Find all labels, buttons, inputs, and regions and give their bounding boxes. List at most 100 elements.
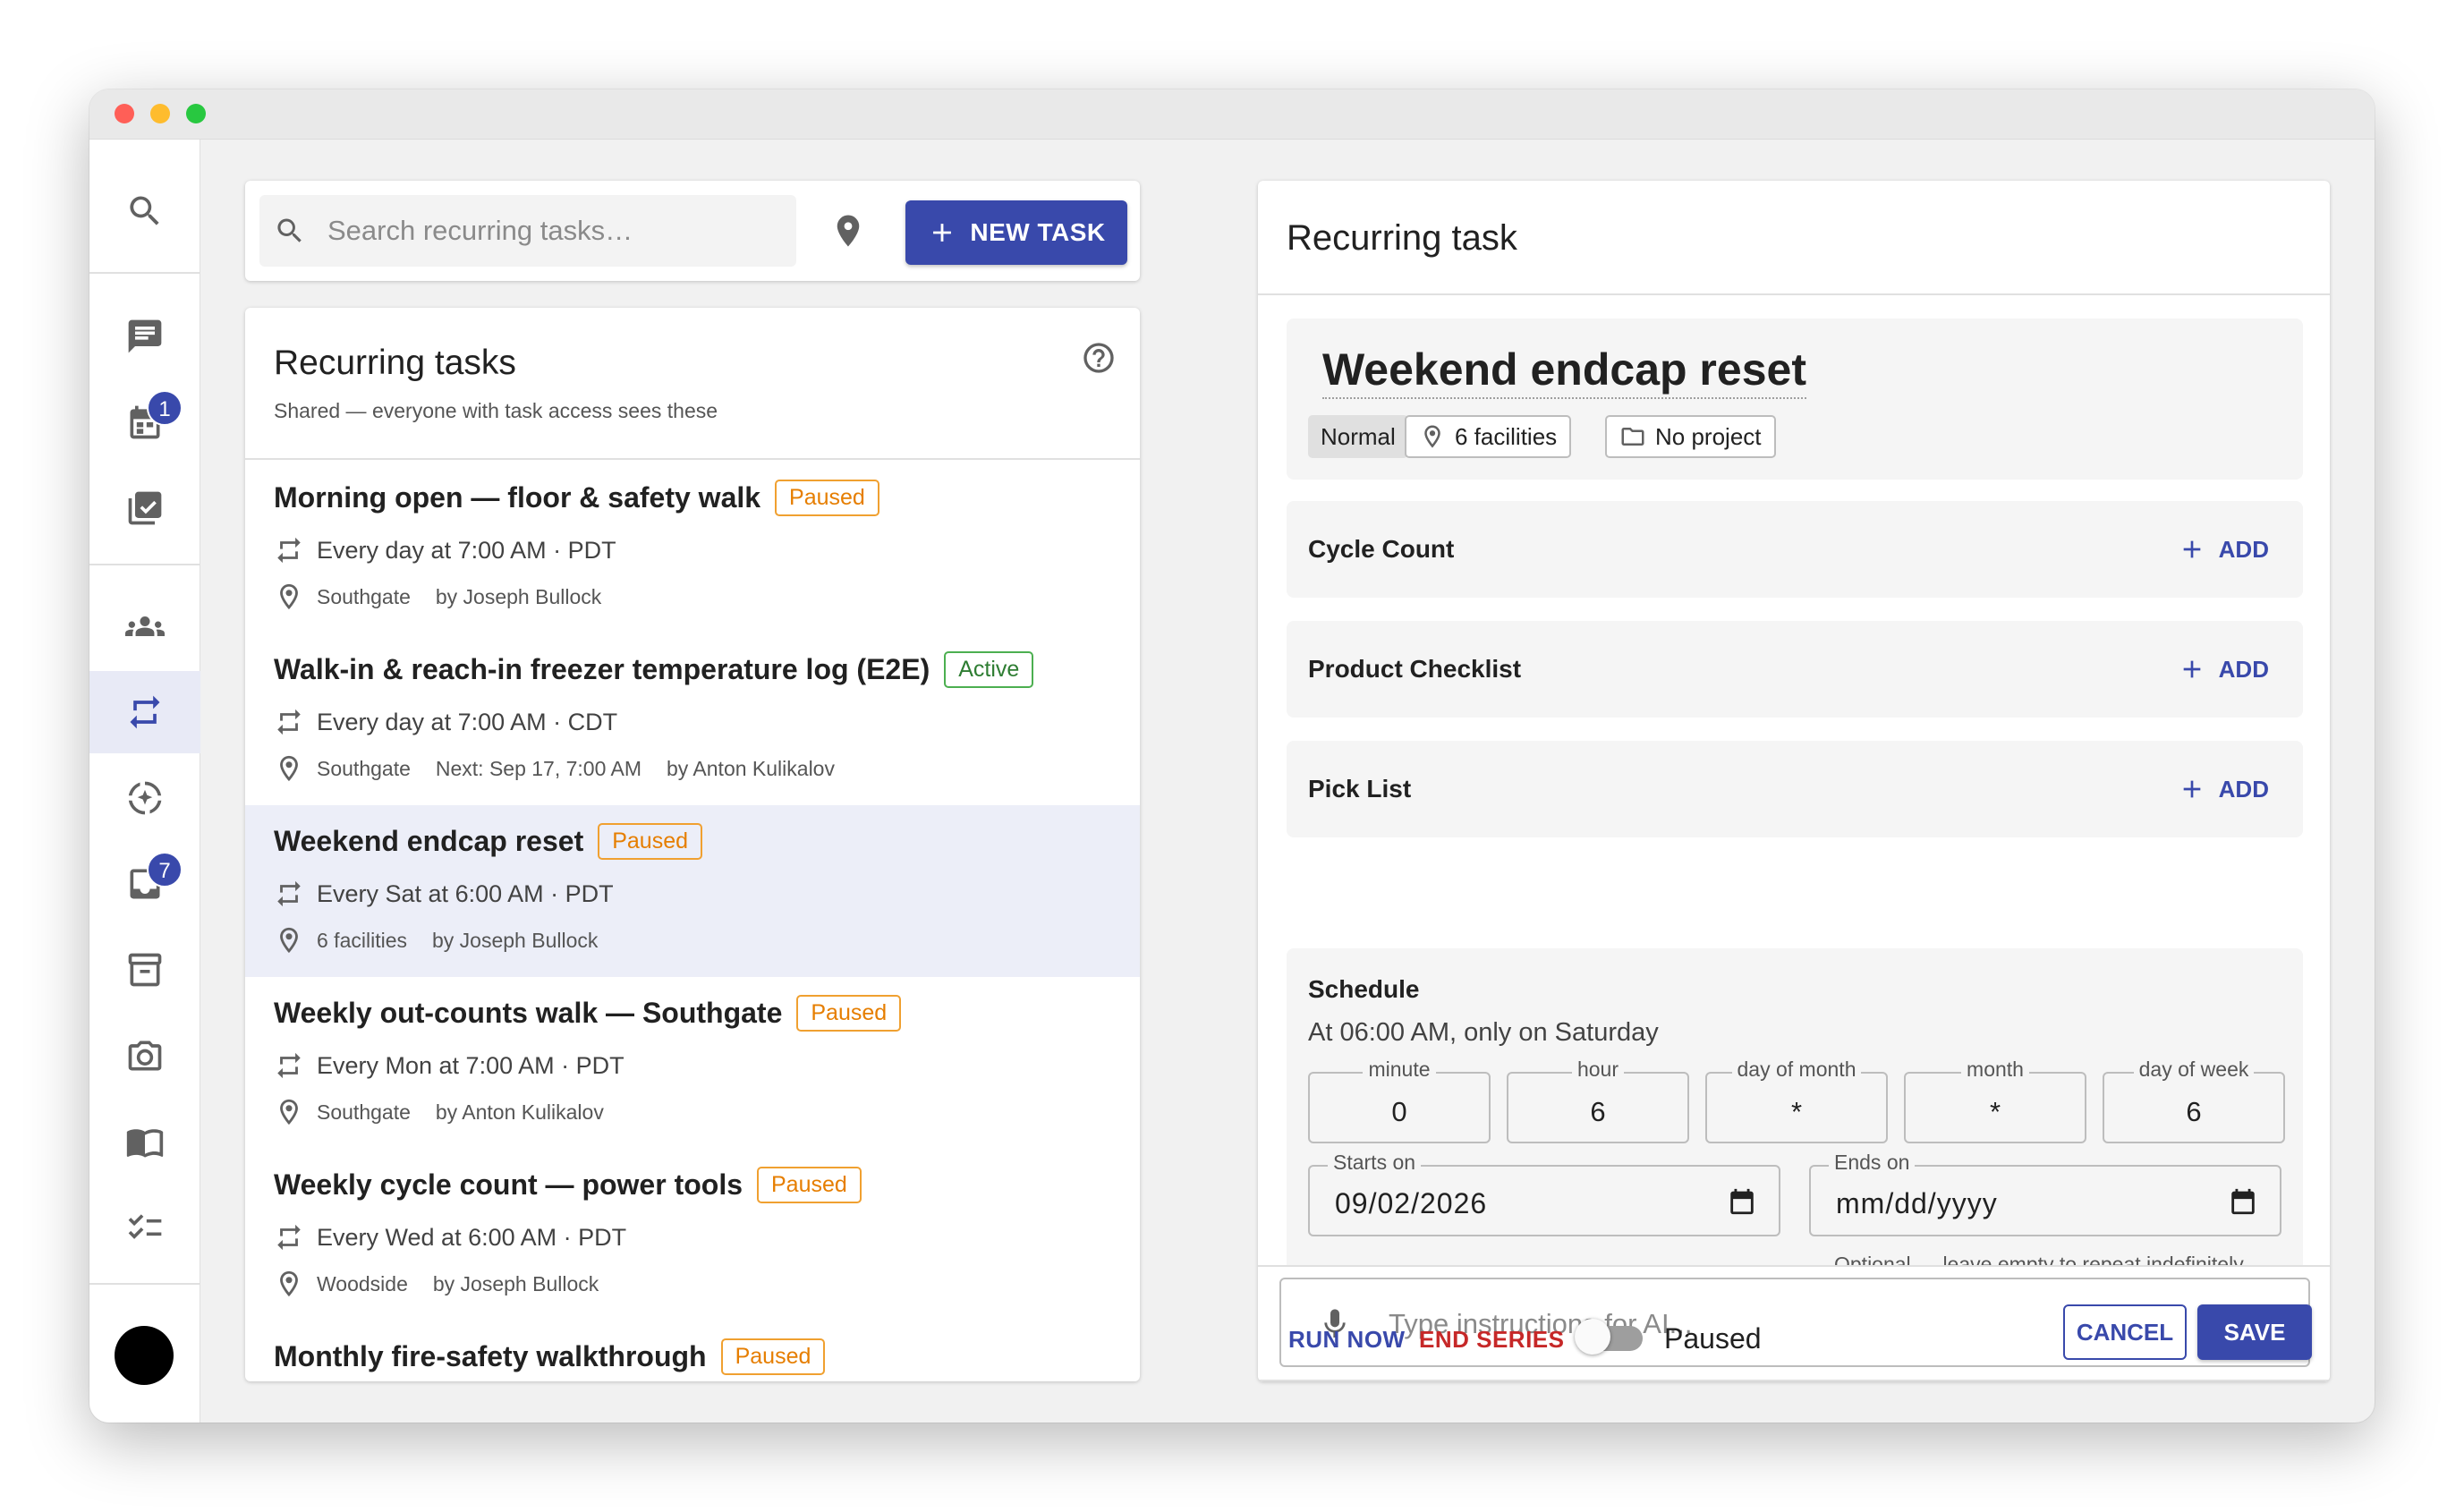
task-row[interactable]: Monthly fire-safety walkthrough Paused [245,1321,1140,1381]
rail-camera[interactable] [89,1015,200,1097]
toggle-label: Paused [1664,1322,1762,1355]
task-schedule: Every Mon at 7:00 AM · PDT [317,1051,624,1079]
end-series-button[interactable]: END SERIES [1419,1326,1565,1354]
task-detail-panel: Recurring task Weekend endcap reset Norm… [1258,181,2330,1381]
save-button[interactable]: SAVE [2197,1304,2312,1360]
status-badge: Paused [796,995,902,1032]
project-chip[interactable]: No project [1605,415,1776,458]
rail-inbox[interactable]: 7 [89,843,200,925]
task-title: Monthly fire-safety walkthrough [274,1340,707,1372]
status-badge: Active [944,651,1034,688]
plus-icon [2183,780,2200,798]
plus-icon [933,224,952,242]
starts-on-input[interactable] [1335,1181,1693,1226]
app-window: 1 7 Search recurring tasks… NEW TASK Rec… [89,89,2375,1423]
day-of-week-field: day of week [2103,1058,2285,1143]
user-avatar[interactable] [115,1326,174,1385]
book-icon [126,1129,164,1158]
chat-icon [128,319,162,353]
run-now-button[interactable]: RUN NOW [1288,1326,1406,1354]
calendar-icon[interactable] [2228,1186,2258,1217]
task-location: Southgate [317,756,411,780]
rail-search[interactable] [89,170,200,252]
add-cycle-count-button[interactable]: ADD [2178,528,2269,571]
task-author: by Joseph Bullock [431,928,599,952]
folder-icon [1621,428,1644,446]
hour-label: hour [1571,1058,1625,1081]
task-title: Morning open — floor & safety walk [274,481,761,514]
location-pin-icon [280,927,298,954]
rail-recurring[interactable] [89,671,200,753]
cancel-button[interactable]: CANCEL [2063,1304,2187,1360]
task-row[interactable]: Weekly out-counts walk — Southgate Paused… [245,977,1140,1149]
search-input[interactable] [327,195,775,267]
location-pin-icon [837,215,860,247]
repeat-icon [277,537,301,564]
add-label: ADD [2218,535,2269,563]
month-field: month [1904,1058,2086,1143]
task-list-icon [128,1214,162,1239]
day-of-month-input[interactable] [1707,1090,1886,1134]
title-bar [89,89,2375,140]
project-label: No project [1655,422,1762,450]
add-pick-list-button[interactable]: ADD [2178,768,2269,811]
ends-on-input[interactable] [1836,1181,2194,1226]
month-input[interactable] [1906,1090,2085,1134]
nav-rail: 1 7 [89,140,200,1423]
minute-input[interactable] [1310,1090,1489,1134]
task-summary-card: Weekend endcap reset Normal 6 facilities… [1287,319,2303,480]
task-title-editable[interactable]: Weekend endcap reset [1322,344,1806,399]
detail-header: Recurring task [1258,181,2330,295]
task-location: 6 facilities [317,928,407,952]
rail-archive[interactable] [89,929,200,1011]
schedule-description: At 06:00 AM, only on Saturday [1308,1018,1659,1047]
starts-on-label: Starts on [1328,1151,1422,1175]
location-pin-icon [1424,425,1440,448]
calendar-icon[interactable] [1727,1186,1757,1217]
maximize-window-button[interactable] [186,104,206,123]
task-row[interactable]: Weekly cycle count — power tools Paused E… [245,1149,1140,1321]
location-pin-icon [280,583,298,610]
add-product-checklist-button[interactable]: ADD [2178,648,2269,691]
day-of-week-input[interactable] [2104,1090,2283,1134]
task-row-selected[interactable]: Weekend endcap reset Paused Every Sat at … [245,805,1140,977]
rail-calendar[interactable]: 1 [89,381,200,463]
location-filter-button[interactable] [823,206,873,256]
repeat-icon [277,880,301,907]
section-label: Cycle Count [1308,535,1455,563]
rail-ai[interactable] [89,757,200,839]
hour-field: hour [1507,1058,1689,1143]
task-title: Weekend endcap reset [274,825,584,857]
rail-people[interactable] [89,585,200,667]
task-author: by Joseph Bullock [435,584,602,608]
hour-input[interactable] [1508,1090,1687,1134]
rail-tasks[interactable] [89,467,200,549]
help-button[interactable] [1081,340,1117,376]
task-row[interactable]: Morning open — floor & safety walk Paused… [245,462,1140,633]
checklist-icon [128,491,162,525]
minimize-window-button[interactable] [150,104,170,123]
search-toolbar: NEW TASK [245,181,1140,281]
priority-chip[interactable]: Normal [1308,415,1408,458]
status-badge: Paused [775,480,879,516]
calendar-badge: 1 [147,390,183,426]
location-pin-icon [280,1270,298,1297]
close-window-button[interactable] [115,104,134,123]
task-location: Woodside [317,1271,408,1295]
active-toggle[interactable] [1575,1317,1644,1356]
starts-on-field: Starts on [1308,1151,1780,1236]
rail-chat[interactable] [89,295,200,378]
status-badge: Paused [757,1167,862,1203]
rail-checklists[interactable] [89,1186,200,1269]
new-task-button[interactable]: NEW TASK [905,200,1127,265]
task-schedule: Every day at 7:00 AM · CDT [317,708,618,735]
repeat-icon [277,709,301,735]
task-title: Weekly out-counts walk — Southgate [274,997,783,1029]
task-row[interactable]: Walk-in & reach-in freezer temperature l… [245,633,1140,805]
rail-knowledge[interactable] [89,1100,200,1183]
add-label: ADD [2218,655,2269,683]
status-badge: Paused [598,823,703,860]
task-schedule: Every Sat at 6:00 AM · PDT [317,879,614,907]
day-of-week-label: day of week [2133,1058,2255,1081]
facilities-chip[interactable]: 6 facilities [1405,415,1572,458]
